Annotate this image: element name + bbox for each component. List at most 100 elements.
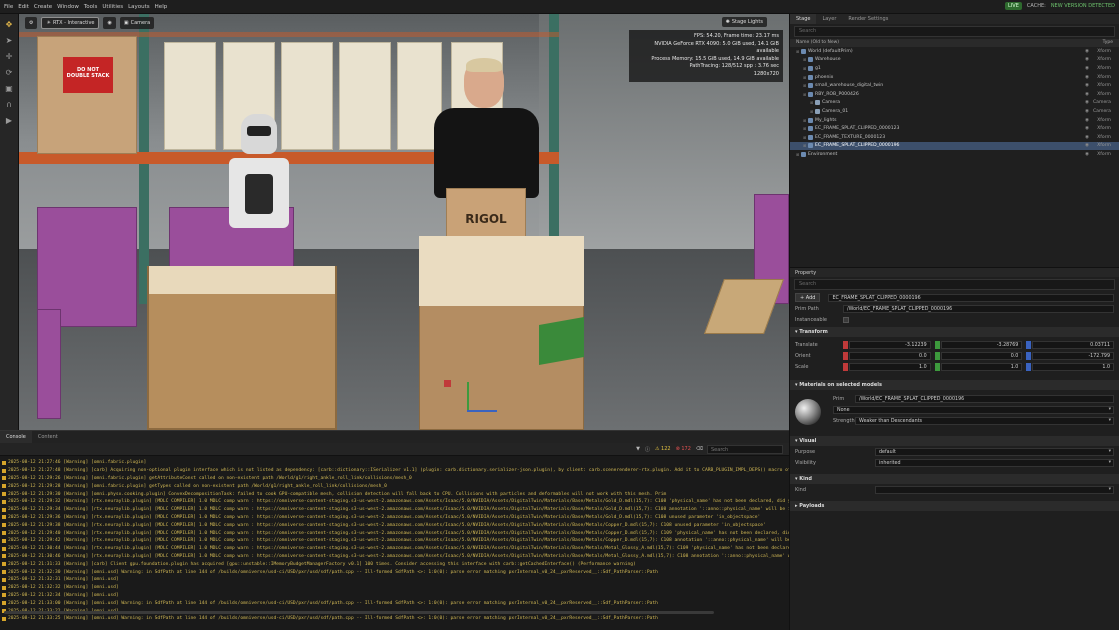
select-tool-icon[interactable]: ✥: [4, 19, 15, 30]
console-line[interactable]: 2025-08-12 21:29:42 [Warning] [rtx.neura…: [0, 537, 789, 545]
tab-property[interactable]: Property: [790, 267, 1119, 277]
stage-tree-row[interactable]: ⊞ small_warehouse_digital_twin ◉ Xform: [790, 81, 1119, 90]
snap-tool-icon[interactable]: ∩: [4, 99, 15, 110]
new-version-notice[interactable]: NEW VERSION DETECTED: [1051, 3, 1115, 9]
eye-button[interactable]: ◉: [103, 17, 116, 29]
console-line[interactable]: 2025-08-12 21:29:28 [Warning] [omni.fabr…: [0, 482, 789, 490]
stage-tree-row[interactable]: ⊞ RBY_ROB_P000426 ◉ Xform: [790, 90, 1119, 99]
filter-icon[interactable]: ▼: [636, 446, 640, 453]
gizmo-y-axis[interactable]: [467, 382, 469, 412]
info-toggle-icon[interactable]: ⓘ: [645, 446, 650, 453]
tab-content[interactable]: Content: [32, 431, 64, 443]
tab-stage[interactable]: Stage: [790, 14, 817, 24]
console-line[interactable]: 2025-08-12 21:32:34 [Warning] [omni.usd]: [0, 592, 789, 600]
visibility-eye-icon[interactable]: ◉: [1085, 92, 1089, 97]
console-line[interactable]: 2025-08-12 21:32:31 [Warning] [omni.usd]: [0, 576, 789, 584]
stage-tree-row[interactable]: ⊞ My_lights ◉ Xform: [790, 116, 1119, 125]
payloads-section-header[interactable]: ▸ Payloads: [790, 501, 1119, 511]
clear-icon[interactable]: ⌫: [696, 446, 703, 453]
visibility-eye-icon[interactable]: ◉: [1085, 57, 1089, 62]
scale-y-field[interactable]: 1.0: [940, 362, 1023, 371]
stage-tree-row[interactable]: ⊞ Camera ◉ Camera: [790, 99, 1119, 108]
tab-layer[interactable]: Layer: [816, 14, 842, 24]
console-line[interactable]: 2025-08-12 21:33:00 [Warning] [omni.usd]…: [0, 599, 789, 607]
menu-layouts[interactable]: Layouts: [127, 4, 151, 10]
scale-tool-icon[interactable]: ▣: [4, 83, 15, 94]
gizmo-x-handle[interactable]: [444, 380, 451, 387]
console-search-input[interactable]: Search: [707, 445, 783, 454]
gizmo-z-axis[interactable]: [467, 410, 497, 412]
console-horizontal-scrollbar[interactable]: [4, 611, 714, 614]
pointer-tool-icon[interactable]: ➤: [4, 35, 15, 46]
stage-tree-row[interactable]: ⊞ Environment ◉ Xform: [790, 150, 1119, 159]
prim-name-field[interactable]: EC_FRAME_SPLAT_CLIPPED_0000196: [828, 293, 1114, 302]
console-line[interactable]: 2025-08-12 21:27:46 [Warning] [omni.fabr…: [0, 459, 789, 467]
visibility-eye-icon[interactable]: ◉: [1085, 135, 1089, 140]
console-line[interactable]: 2025-08-12 21:30:46 [Warning] [rtx.neura…: [0, 553, 789, 561]
move-tool-icon[interactable]: ✛: [4, 51, 15, 62]
console-line[interactable]: 2025-08-12 21:31:33 [Warning] [carb] Cli…: [0, 560, 789, 568]
column-name[interactable]: Name (Old to New): [796, 40, 839, 46]
menu-tools[interactable]: Tools: [83, 4, 99, 10]
stage-lights-button[interactable]: ✺ Stage Lights: [721, 17, 767, 27]
stage-tree-row[interactable]: ⊞ World (defaultPrim) ◉ Xform: [790, 47, 1119, 56]
console-log[interactable]: 2025-08-12 21:27:46 [Warning] [omni.fabr…: [0, 459, 789, 630]
translate-z-field[interactable]: 0.03711: [1032, 340, 1115, 349]
menu-file[interactable]: File: [3, 4, 14, 10]
material-prim-field[interactable]: /World/EC_FRAME_SPLAT_CLIPPED_0000196: [855, 394, 1114, 403]
material-select[interactable]: None: [833, 405, 1114, 414]
prim-path-field[interactable]: /World/EC_FRAME_SPLAT_CLIPPED_0000196: [843, 304, 1114, 313]
console-line[interactable]: 2025-08-12 21:29:32 [Warning] [rtx.neura…: [0, 498, 789, 506]
strength-select[interactable]: Weaker than Descendants: [855, 416, 1114, 425]
camera-button[interactable]: ▣ Camera: [119, 17, 155, 29]
cache-label[interactable]: CACHE:: [1027, 3, 1046, 9]
console-line[interactable]: 2025-08-12 21:29:40 [Warning] [rtx.neura…: [0, 529, 789, 537]
console-line[interactable]: 2025-08-12 21:32:32 [Warning] [omni.usd]: [0, 584, 789, 592]
stage-tree-row[interactable]: ⊞ Warehouse ◉ Xform: [790, 56, 1119, 65]
menu-help[interactable]: Help: [154, 4, 169, 10]
tab-render-settings[interactable]: Render Settings: [842, 14, 894, 24]
property-search-input[interactable]: Search: [794, 279, 1115, 290]
visibility-eye-icon[interactable]: ◉: [1085, 83, 1089, 88]
orient-y-field[interactable]: 0.0: [940, 351, 1023, 360]
transform-section-header[interactable]: ▾ Transform: [790, 327, 1119, 337]
console-line[interactable]: 2025-08-12 21:27:48 [Warning] [carb] Acq…: [0, 467, 789, 475]
visibility-eye-icon[interactable]: ◉: [1085, 143, 1089, 148]
visibility-eye-icon[interactable]: ◉: [1085, 152, 1089, 157]
menu-window[interactable]: Window: [56, 4, 80, 10]
rotate-tool-icon[interactable]: ⟳: [4, 67, 15, 78]
stage-search-input[interactable]: Search: [794, 26, 1115, 37]
translate-x-field[interactable]: -3.12239: [849, 340, 931, 349]
stage-tree-row[interactable]: ⊞ g1 ◉ Xform: [790, 64, 1119, 73]
console-line[interactable]: 2025-08-12 21:29:26 [Warning] [omni.fabr…: [0, 475, 789, 483]
console-line[interactable]: 2025-08-12 21:33:25 [Warning] [omni.usd]…: [0, 615, 789, 623]
warning-count[interactable]: ⚠ 122: [655, 446, 671, 453]
menu-utilities[interactable]: Utilities: [101, 4, 124, 10]
console-line[interactable]: 2025-08-12 21:30:44 [Warning] [rtx.neura…: [0, 545, 789, 553]
error-count[interactable]: ⊗ 172: [676, 446, 691, 453]
stage-tree-row[interactable]: ⊞ EC_FRAME_TEXTURE_0000123 ◉ Xform: [790, 133, 1119, 142]
add-button[interactable]: + Add: [795, 293, 821, 302]
visibility-eye-icon[interactable]: ◉: [1085, 118, 1089, 123]
menu-create[interactable]: Create: [33, 4, 53, 10]
console-line[interactable]: 2025-08-12 21:29:36 [Warning] [rtx.neura…: [0, 514, 789, 522]
visual-section-header[interactable]: ▾ Visual: [790, 436, 1119, 446]
viewport[interactable]: DO NOT DOUBLE STACK RIGOL ⚙ ☀ RTX - Inter…: [19, 14, 789, 430]
stage-tree-row[interactable]: ⊞ Camera_01 ◉ Camera: [790, 107, 1119, 116]
instanceable-checkbox[interactable]: [843, 316, 849, 323]
orient-x-field[interactable]: 0.0: [849, 351, 931, 360]
console-line[interactable]: 2025-08-12 21:29:38 [Warning] [rtx.neura…: [0, 521, 789, 529]
console-line[interactable]: 2025-08-12 21:29:34 [Warning] [rtx.neura…: [0, 506, 789, 514]
play-icon[interactable]: ▶: [4, 115, 15, 126]
live-toggle[interactable]: LIVE: [1005, 2, 1022, 10]
visibility-eye-icon[interactable]: ◉: [1085, 75, 1089, 80]
console-line[interactable]: 2025-08-12 21:32:30 [Warning] [omni.usd]…: [0, 568, 789, 576]
kind-section-header[interactable]: ▾ Kind: [790, 474, 1119, 484]
visibility-select[interactable]: inherited: [875, 458, 1114, 467]
purpose-select[interactable]: default: [875, 447, 1114, 456]
translate-y-field[interactable]: -3.28769: [940, 340, 1023, 349]
render-mode-button[interactable]: ☀ RTX - Interactive: [41, 17, 100, 29]
visibility-eye-icon[interactable]: ◉: [1085, 126, 1089, 131]
menu-edit[interactable]: Edit: [17, 4, 30, 10]
scale-z-field[interactable]: 1.0: [1032, 362, 1115, 371]
